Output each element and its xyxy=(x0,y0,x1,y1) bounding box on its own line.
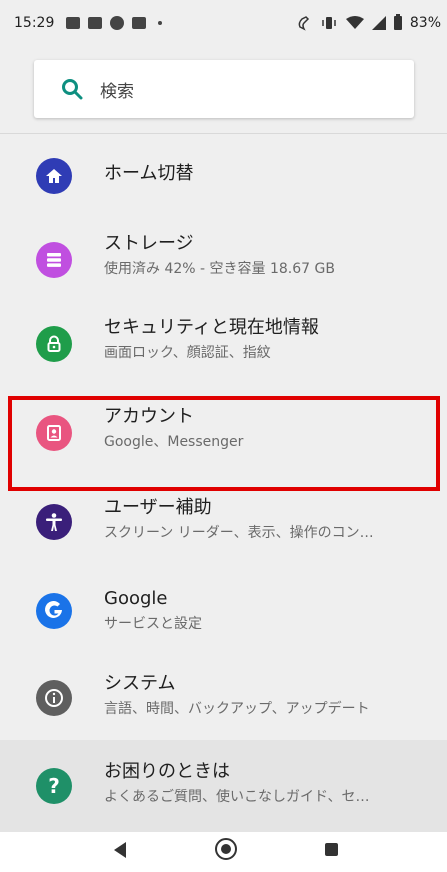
item-title: お困りのときは xyxy=(104,761,230,782)
gallery-notification-icon xyxy=(66,17,80,29)
home-icon xyxy=(36,158,72,194)
item-title: システム xyxy=(104,673,176,694)
back-icon[interactable] xyxy=(114,842,126,858)
settings-item-system[interactable]: システム 言語、時間、バックアップ、アップデート xyxy=(0,654,447,738)
help-icon: ? xyxy=(36,768,72,804)
chrome-notification-icon xyxy=(110,16,124,30)
settings-item-storage[interactable]: ストレージ 使用済み 42% - 空き容量 18.67 GB xyxy=(0,218,447,302)
storage-icon xyxy=(36,242,72,278)
battery-icon xyxy=(393,14,402,30)
wifi-icon xyxy=(345,16,364,29)
google-icon xyxy=(36,593,72,629)
item-subtitle: 使用済み 42% - 空き容量 18.67 GB xyxy=(104,261,335,277)
battery-percent: 83% xyxy=(409,15,441,31)
item-subtitle: スクリーン リーダー、表示、操作のコン… xyxy=(104,525,374,541)
lock-icon xyxy=(36,326,72,362)
item-subtitle: 画面ロック、顔認証、指紋 xyxy=(104,345,271,361)
item-subtitle: サービスと設定 xyxy=(104,616,202,632)
news-notification-icon xyxy=(88,17,102,29)
item-title: セキュリティと現在地情報 xyxy=(104,317,319,338)
item-title: Google xyxy=(104,588,168,609)
highlight-box xyxy=(8,396,440,491)
more-notifications-icon xyxy=(158,21,162,25)
settings-item-help[interactable]: ? お困りのときは よくあるご質問、使いこなしガイド、セ… xyxy=(0,740,447,832)
accessibility-icon xyxy=(36,504,72,540)
search-placeholder: 検索 xyxy=(100,81,134,102)
settings-item-google[interactable]: Google サービスと設定 xyxy=(0,569,447,653)
item-title: ユーザー補助 xyxy=(104,497,212,518)
info-icon xyxy=(36,680,72,716)
search-icon xyxy=(62,79,83,100)
home-button-icon[interactable] xyxy=(215,838,237,860)
settings-screen: 15:29 83% 検索 ホーム切替 ストレージ 使用済み 42% - 空き容量… xyxy=(0,0,447,872)
nfc-icon xyxy=(298,16,309,31)
system-status-icons: 83% xyxy=(296,14,441,31)
settings-item-home-switch[interactable]: ホーム切替 xyxy=(0,134,447,218)
settings-item-accessibility[interactable]: ユーザー補助 スクリーン リーダー、表示、操作のコン… xyxy=(0,486,447,570)
item-title: ホーム切替 xyxy=(104,163,194,184)
notification-icons xyxy=(66,16,162,30)
recent-apps-icon[interactable] xyxy=(325,843,338,856)
item-subtitle: 言語、時間、バックアップ、アップデート xyxy=(104,701,370,717)
status-bar: 15:29 83% xyxy=(0,0,447,46)
item-title: ストレージ xyxy=(104,233,194,254)
status-time: 15:29 xyxy=(14,15,55,31)
vibrate-icon xyxy=(322,17,336,29)
navigation-bar xyxy=(0,832,447,872)
item-subtitle: よくあるご質問、使いこなしガイド、セ… xyxy=(104,789,370,805)
message-notification-icon xyxy=(132,17,146,29)
signal-icon xyxy=(371,16,386,30)
settings-item-security[interactable]: セキュリティと現在地情報 画面ロック、顔認証、指紋 xyxy=(0,302,447,386)
search-bar[interactable]: 検索 xyxy=(34,60,414,118)
